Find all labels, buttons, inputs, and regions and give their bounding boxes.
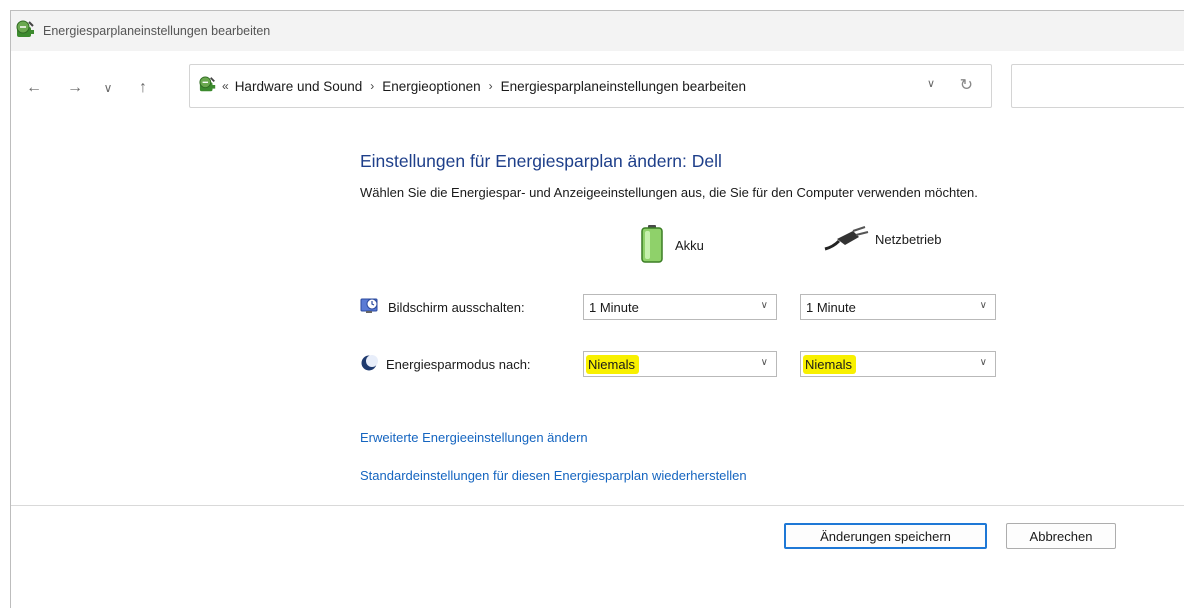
power-options-icon — [15, 20, 37, 43]
page-title: Einstellungen für Energiesparplan ändern… — [360, 151, 722, 171]
select-value: 1 Minute — [806, 299, 856, 315]
search-input[interactable] — [1011, 64, 1184, 108]
address-bar[interactable]: « Hardware und Sound › Energieoptionen ›… — [189, 64, 992, 108]
advanced-settings-link[interactable]: Erweiterte Energieeinstellungen ändern — [360, 430, 588, 445]
breadcrumb-power-options[interactable]: Energieoptionen — [382, 79, 480, 94]
setting-row-display-off: Bildschirm ausschalten: — [360, 297, 525, 318]
sleep-battery-select[interactable]: Niemals ∨ — [583, 351, 777, 377]
chevron-down-icon: ∨ — [979, 300, 987, 311]
chevron-down-icon: ∨ — [760, 300, 768, 311]
breadcrumb-hardware-sound[interactable]: Hardware und Sound — [235, 79, 363, 94]
navigation-bar: ← → ∨ ↑ « Hardware und Sound › Energieop… — [11, 51, 1184, 127]
breadcrumb-separator-icon[interactable]: › — [489, 79, 493, 93]
power-plug-icon — [823, 225, 869, 254]
column-header-battery: Akku — [641, 225, 704, 266]
chevron-down-icon: ∨ — [979, 357, 987, 368]
select-value: Niemals — [586, 354, 639, 374]
setting-row-sleep: Energiesparmodus nach: — [360, 354, 531, 375]
forward-arrow-icon[interactable]: → — [64, 77, 86, 99]
display-clock-icon — [360, 297, 380, 318]
setting-label-display-off: Bildschirm ausschalten: — [388, 300, 525, 315]
battery-icon — [641, 225, 663, 266]
chevron-down-icon: ∨ — [760, 357, 768, 368]
control-panel-window: Energiesparplaneinstellungen bearbeiten … — [10, 10, 1184, 608]
title-bar: Energiesparplaneinstellungen bearbeiten — [11, 11, 1184, 51]
column-label-battery: Akku — [675, 238, 704, 253]
restore-defaults-link[interactable]: Standardeinstellungen für diesen Energie… — [360, 468, 747, 483]
display-off-battery-select[interactable]: 1 Minute ∨ — [583, 294, 777, 320]
back-arrow-icon[interactable]: ← — [23, 77, 45, 99]
power-options-icon — [198, 75, 218, 97]
select-value: Niemals — [803, 354, 856, 374]
select-value: 1 Minute — [589, 299, 639, 315]
footer-divider — [11, 505, 1184, 506]
recent-locations-chevron-icon[interactable]: ∨ — [97, 77, 119, 99]
page-description: Wählen Sie die Energiespar- und Anzeigee… — [360, 185, 978, 200]
moon-sleep-icon — [360, 354, 378, 375]
breadcrumb-edit-plan[interactable]: Energiesparplaneinstellungen bearbeiten — [501, 79, 746, 94]
column-header-plugged-in: Netzbetrieb — [823, 225, 941, 254]
column-label-plugged-in: Netzbetrieb — [875, 232, 942, 247]
breadcrumb-overflow-icon[interactable]: « — [222, 79, 229, 93]
cancel-button[interactable]: Abbrechen — [1006, 523, 1116, 549]
setting-label-sleep: Energiesparmodus nach: — [386, 357, 531, 372]
up-arrow-icon[interactable]: ↑ — [132, 77, 154, 99]
window-title: Energiesparplaneinstellungen bearbeiten — [43, 24, 271, 38]
address-dropdown-chevron-icon[interactable]: ∨ — [927, 77, 935, 90]
save-changes-button[interactable]: Änderungen speichern — [784, 523, 987, 549]
breadcrumb-separator-icon[interactable]: › — [370, 79, 374, 93]
sleep-plugged-select[interactable]: Niemals ∨ — [800, 351, 996, 377]
display-off-plugged-select[interactable]: 1 Minute ∨ — [800, 294, 996, 320]
refresh-icon[interactable]: ↻ — [960, 75, 973, 95]
